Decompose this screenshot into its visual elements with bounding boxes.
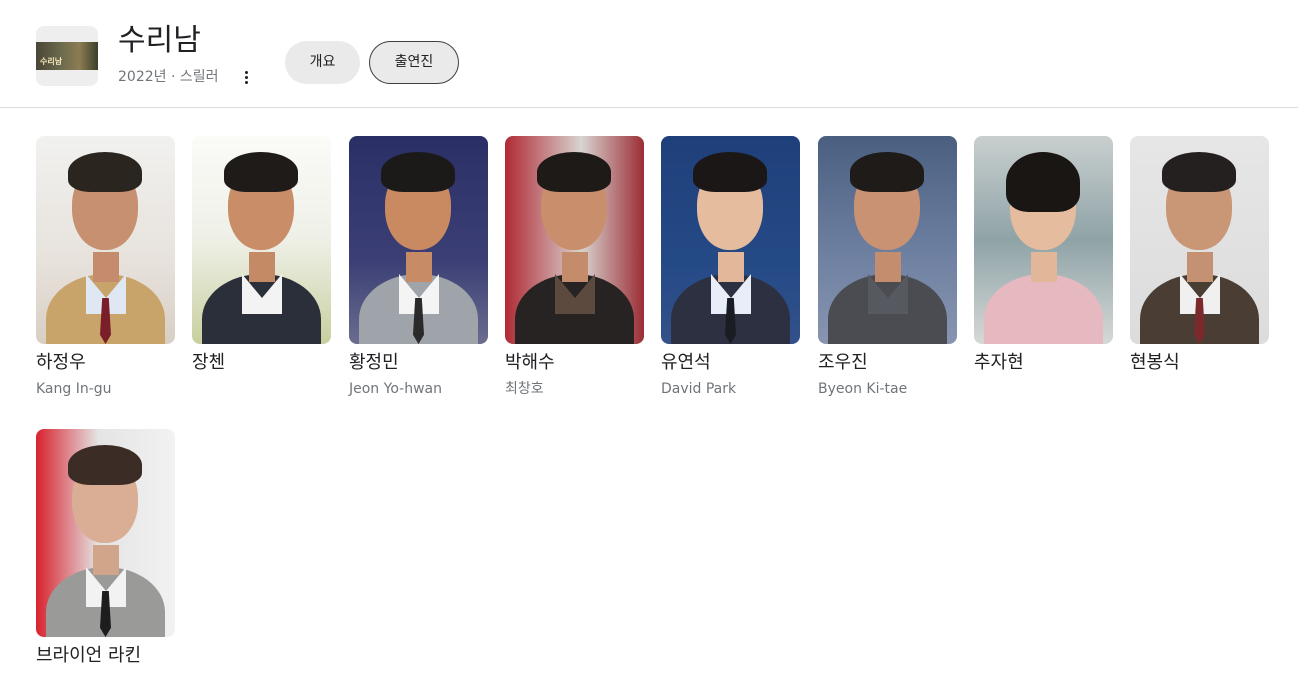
cast-name: 유연석 <box>661 352 711 373</box>
cast-photo <box>661 136 800 344</box>
cast-photo <box>818 136 957 344</box>
cast-card[interactable]: 유연석 David Park <box>661 136 800 398</box>
movie-subtitle: 2022년 · 스릴러 <box>118 69 219 85</box>
cast-name: 하정우 <box>36 352 86 373</box>
cast-role: 최창호 <box>505 381 544 397</box>
tab-cast[interactable]: 출연진 <box>369 41 459 84</box>
poster-logo-text: 수리남 <box>40 57 63 66</box>
cast-role: Kang In-gu <box>36 381 112 397</box>
cast-grid: 하정우 Kang In-gu 장첸 황정민 Jeon Yo-hwan 박해수 최… <box>0 108 1298 675</box>
movie-title: 수리남 <box>118 23 201 58</box>
cast-role: David Park <box>661 381 737 397</box>
cast-photo <box>974 136 1113 344</box>
cast-name: 브라이언 라킨 <box>36 645 142 666</box>
cast-name: 박해수 <box>505 352 555 373</box>
cast-photo <box>36 136 175 344</box>
cast-card[interactable]: 조우진 Byeon Ki-tae <box>818 136 957 398</box>
more-vert-icon[interactable] <box>240 70 252 86</box>
cast-role: Jeon Yo-hwan <box>349 381 442 397</box>
tab-overview[interactable]: 개요 <box>285 41 360 84</box>
cast-photo <box>505 136 644 344</box>
cast-photo <box>1130 136 1269 344</box>
cast-name: 장첸 <box>192 352 226 373</box>
cast-card[interactable]: 하정우 Kang In-gu <box>36 136 175 398</box>
cast-name: 황정민 <box>349 352 399 373</box>
movie-header: 수리남 수리남 2022년 · 스릴러 개요 출연진 <box>0 0 1298 108</box>
cast-role: Byeon Ki-tae <box>818 381 908 397</box>
cast-card[interactable]: 현봉식 <box>1130 136 1269 380</box>
cast-card[interactable]: 박해수 최창호 <box>505 136 644 398</box>
cast-card[interactable]: 장첸 <box>192 136 331 380</box>
cast-card[interactable]: 황정민 Jeon Yo-hwan <box>349 136 488 398</box>
cast-name: 조우진 <box>818 352 868 373</box>
movie-thumbnail[interactable]: 수리남 <box>36 26 98 86</box>
cast-card[interactable]: 브라이언 라킨 <box>36 429 175 667</box>
cast-name: 현봉식 <box>1130 352 1180 373</box>
cast-name: 추자현 <box>974 352 1024 373</box>
cast-card[interactable]: 추자현 <box>974 136 1113 380</box>
cast-photo <box>349 136 488 344</box>
cast-photo <box>36 429 175 637</box>
cast-photo <box>192 136 331 344</box>
